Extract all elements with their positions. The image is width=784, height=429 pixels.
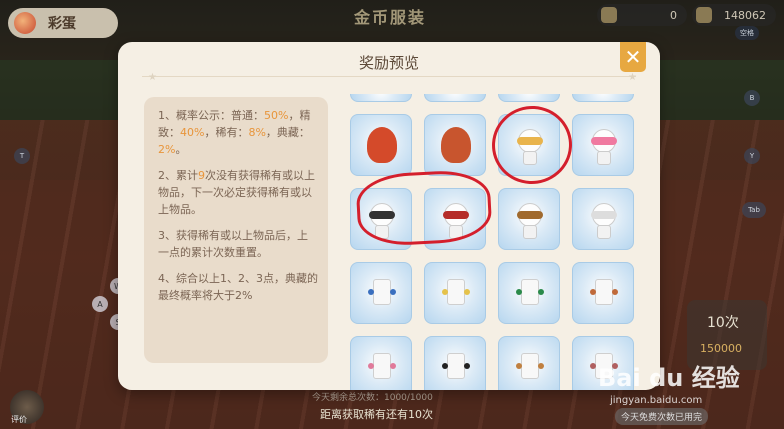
gold-icon [696,7,712,23]
reward-item-hat[interactable] [572,114,634,176]
info-point-4: 4、综合以上1、2、3点，典藏的最终概率将大于2% [158,272,318,302]
reward-item-earring[interactable] [498,336,560,390]
earring-card-icon [521,353,539,379]
avatar-label: 评价 [11,415,27,424]
reward-item-hat[interactable] [572,188,634,250]
earring-card-icon [595,279,613,305]
gem-icon [368,289,374,295]
reward-item-top[interactable] [424,94,486,102]
mannequin-body-icon [597,225,611,239]
accessory-icon [591,211,617,219]
reward-item-hair[interactable] [350,114,412,176]
reward-item-top[interactable] [498,94,560,102]
star-icon: ★ [628,72,637,83]
reward-item-earring[interactable] [498,262,560,324]
reward-item-top[interactable] [350,94,412,102]
earring-card-icon [521,279,539,305]
gold-outfit-title: 金币服装 [353,8,426,27]
search-icon [601,7,617,23]
mannequin-body-icon [523,225,537,239]
gem-icon [538,289,544,295]
hair-item-icon [441,127,471,163]
gem-icon [464,363,470,369]
info-point-1: 1、概率公示：普通：50%，精致：40%，稀有：8%，典藏：2%。 [158,109,311,156]
info-point-2: 2、累计9次没有获得稀有或以上物品，下一次必定获得稀有或以上物品。 [158,169,315,216]
star-icon: ★ [148,72,157,83]
gem-icon [464,289,470,295]
earring-card-icon [373,279,391,305]
hair-item-icon [367,127,397,163]
watermark: Bai du 经验 [598,364,740,392]
egg-icon [14,12,36,34]
mannequin-body-icon [597,151,611,165]
info-point-3: 3、获得稀有或以上物品后，上一点的累计次数重置。 [158,229,308,259]
easter-egg-tab[interactable]: 彩蛋 [8,8,118,38]
gem-icon [390,363,396,369]
gold-counter: 148062 [692,4,776,26]
draws-until-rare: 距离获取稀有还有10次 [320,408,433,421]
accessory-icon [517,211,543,219]
reward-item-hair[interactable] [424,114,486,176]
free-draws-used-note: 今天免费次数已用完 [615,408,709,425]
gem-icon [590,289,596,295]
earring-card-icon [447,353,465,379]
reward-item-earring[interactable] [424,336,486,390]
title-divider [142,76,636,77]
reward-item-earring[interactable] [572,262,634,324]
dpad-left[interactable]: A [92,296,108,312]
draw-count-label: 10次 [707,315,739,331]
key-y-hint[interactable]: Y [744,148,760,164]
gem-icon [442,289,448,295]
coin-counter: 0 [597,4,687,26]
key-b-hint[interactable]: B [744,90,760,106]
accessory-icon [591,137,617,145]
hud-title: 彩蛋 [48,16,76,32]
reward-item-earring[interactable] [424,262,486,324]
coin-value: 0 [670,8,677,22]
dialog-title: 奖励预览 [358,54,419,72]
probability-info: 1、概率公示：普通：50%，精致：40%，稀有：8%，典藏：2%。 2、累计9次… [144,97,328,363]
reward-item-earring[interactable] [350,262,412,324]
gem-icon [612,289,618,295]
gem-icon [538,363,544,369]
key-t-hint[interactable]: T [14,148,30,164]
earring-card-icon [373,353,391,379]
reward-item-earring[interactable] [350,336,412,390]
reward-item-top[interactable] [572,94,634,102]
earring-card-icon [447,279,465,305]
remaining-total: 今天剩余总次数：1000/1000 [312,393,433,403]
gem-icon [390,289,396,295]
gem-icon [590,363,596,369]
watermark-url: jingyan.baidu.com [610,395,703,406]
reward-item-hat[interactable] [498,188,560,250]
space-key-tag: 空格 [735,26,759,40]
gem-icon [516,363,522,369]
close-button[interactable]: ✕ [620,42,646,72]
gold-value: 148062 [724,8,766,22]
gem-icon [516,289,522,295]
draw-price: 150000 [700,342,742,355]
gem-icon [442,363,448,369]
gem-icon [368,363,374,369]
key-tab-hint[interactable]: Tab [742,202,766,218]
